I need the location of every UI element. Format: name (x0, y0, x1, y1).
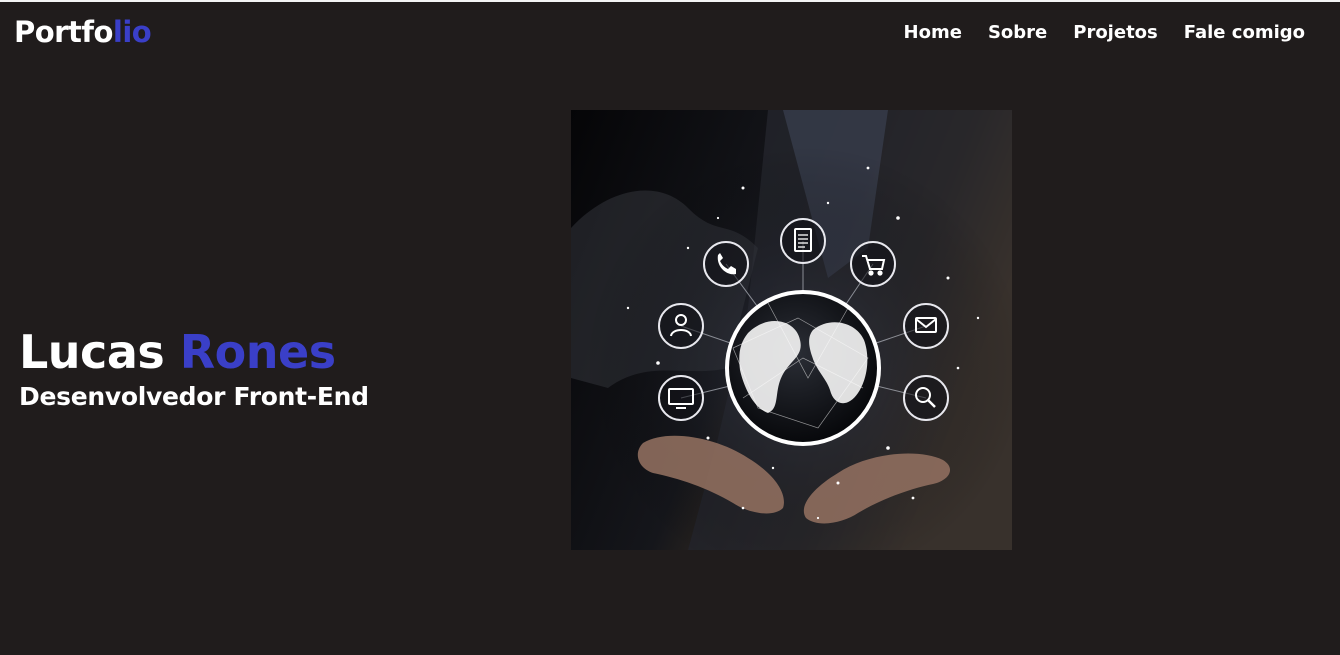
hero-image (568, 108, 1012, 550)
nav-item-sobre: Sobre (988, 20, 1047, 46)
nav-link-home[interactable]: Home (904, 20, 962, 46)
logo-main: Portfo (14, 15, 113, 49)
monitor-icon (658, 375, 704, 421)
nav-item-contato: Fale comigo (1184, 20, 1305, 46)
navbar: Portfolio Home Sobre Projetos Fale comig… (0, 2, 1340, 66)
phone-icon (703, 241, 749, 287)
nav-item-projetos: Projetos (1073, 20, 1158, 46)
document-icon (780, 218, 826, 264)
cart-icon (850, 241, 896, 287)
hero-role: Desenvolvedor Front-End (19, 382, 369, 411)
nav-link-fale-comigo[interactable]: Fale comigo (1184, 20, 1305, 46)
nav-link-projetos[interactable]: Projetos (1073, 20, 1158, 46)
hero-last-name: Rones (179, 325, 336, 379)
hero-illustration (571, 110, 1012, 550)
hero-text: Lucas Rones Desenvolvedor Front-End (19, 322, 369, 412)
hero-name: Lucas Rones (19, 322, 369, 382)
nav-menu: Home Sobre Projetos Fale comigo (904, 20, 1305, 46)
hero-first-name: Lucas (19, 325, 165, 379)
nav-item-home: Home (904, 20, 962, 46)
globe-icon (725, 290, 881, 446)
nav-link-sobre[interactable]: Sobre (988, 20, 1047, 46)
logo[interactable]: Portfolio (14, 14, 152, 50)
logo-accent: lio (112, 15, 152, 49)
search-icon (903, 375, 949, 421)
